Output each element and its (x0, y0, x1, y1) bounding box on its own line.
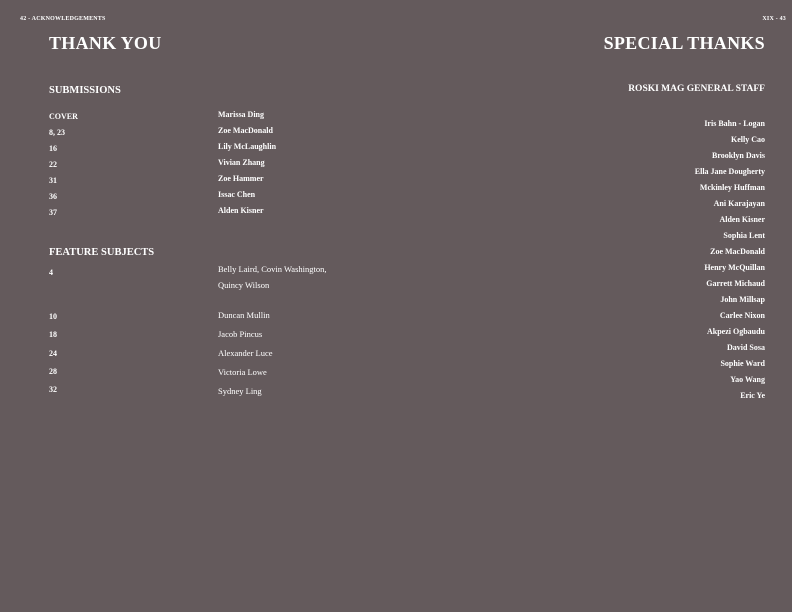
right-folio: XIX - 43 (762, 16, 786, 22)
submission-page: 16 (49, 144, 57, 153)
staff-name: Iris Bahn - Logan (704, 119, 765, 128)
left-folio: 42 - ACKNOWLEDGEMENTS (20, 16, 106, 22)
staff-name: Kelly Cao (731, 135, 765, 144)
submission-name: Lily McLaughlin (218, 142, 277, 151)
staff-name: John Millsap (720, 295, 765, 304)
feature-name: Victoria Lowe (218, 367, 267, 377)
staff-name: Mckinley Huffman (699, 183, 765, 192)
submission-name: Issac Chen (218, 190, 256, 199)
staff-name: David Sosa (726, 343, 765, 352)
staff-name: Ella Jane Dougherty (694, 167, 765, 176)
feature-name: Sydney Ling (218, 386, 262, 396)
submission-name: Zoe MacDonald (218, 126, 273, 135)
staff-heading: ROSKI MAG GENERAL STAFF (628, 84, 765, 94)
feature-page: 24 (49, 349, 57, 358)
feature-name: Alexander Luce (218, 348, 273, 358)
staff-name: Carlee Nixon (719, 311, 765, 320)
thank-you-title: THANK YOU (49, 33, 162, 53)
feature-name: Duncan Mullin (218, 310, 270, 320)
feature-name: Belly Laird, Covin Washington, (218, 264, 327, 274)
feature-page: 18 (49, 330, 57, 339)
staff-name: Sophie Ward (720, 359, 765, 368)
submission-page: COVER (49, 112, 78, 121)
feature-page: 32 (49, 385, 57, 394)
feature-page: 10 (49, 312, 57, 321)
staff-name: Ani Karajayan (713, 199, 765, 208)
feature-subjects-heading: FEATURE SUBJECTS (49, 247, 155, 258)
special-thanks-title: SPECIAL THANKS (603, 33, 765, 53)
staff-name: Akpezi Ogbaudu (706, 327, 765, 336)
staff-list: Iris Bahn - Logan Kelly Cao Brooklyn Dav… (565, 119, 765, 409)
submission-page: 22 (49, 160, 57, 169)
feature-page: 4 (49, 268, 53, 277)
submission-name: Vivian Zhang (218, 158, 265, 167)
submission-name: Marissa Ding (218, 110, 264, 119)
submission-name: Zoe Hammer (218, 174, 264, 183)
submission-name: Alden Kisner (218, 206, 264, 215)
feature-name: Quincy Wilson (218, 280, 270, 290)
submissions-heading: SUBMISSIONS (49, 85, 121, 96)
submission-page: 37 (49, 208, 57, 217)
submission-page: 8, 23 (49, 128, 65, 137)
feature-page: 28 (49, 367, 57, 376)
staff-name: Garrett Michaud (706, 279, 765, 288)
submission-page: 36 (49, 192, 57, 201)
staff-name: Henry McQuillan (704, 263, 765, 272)
submission-page: 31 (49, 176, 57, 185)
staff-name: Sophia Lent (723, 231, 765, 240)
staff-name: Yao Wang (730, 375, 765, 384)
staff-name: Brooklyn Davis (712, 151, 765, 160)
feature-name: Jacob Pincus (218, 329, 263, 339)
staff-name: Zoe MacDonald (710, 247, 765, 256)
staff-name: Eric Ye (740, 391, 765, 400)
staff-name: Alden Kisner (719, 215, 765, 224)
